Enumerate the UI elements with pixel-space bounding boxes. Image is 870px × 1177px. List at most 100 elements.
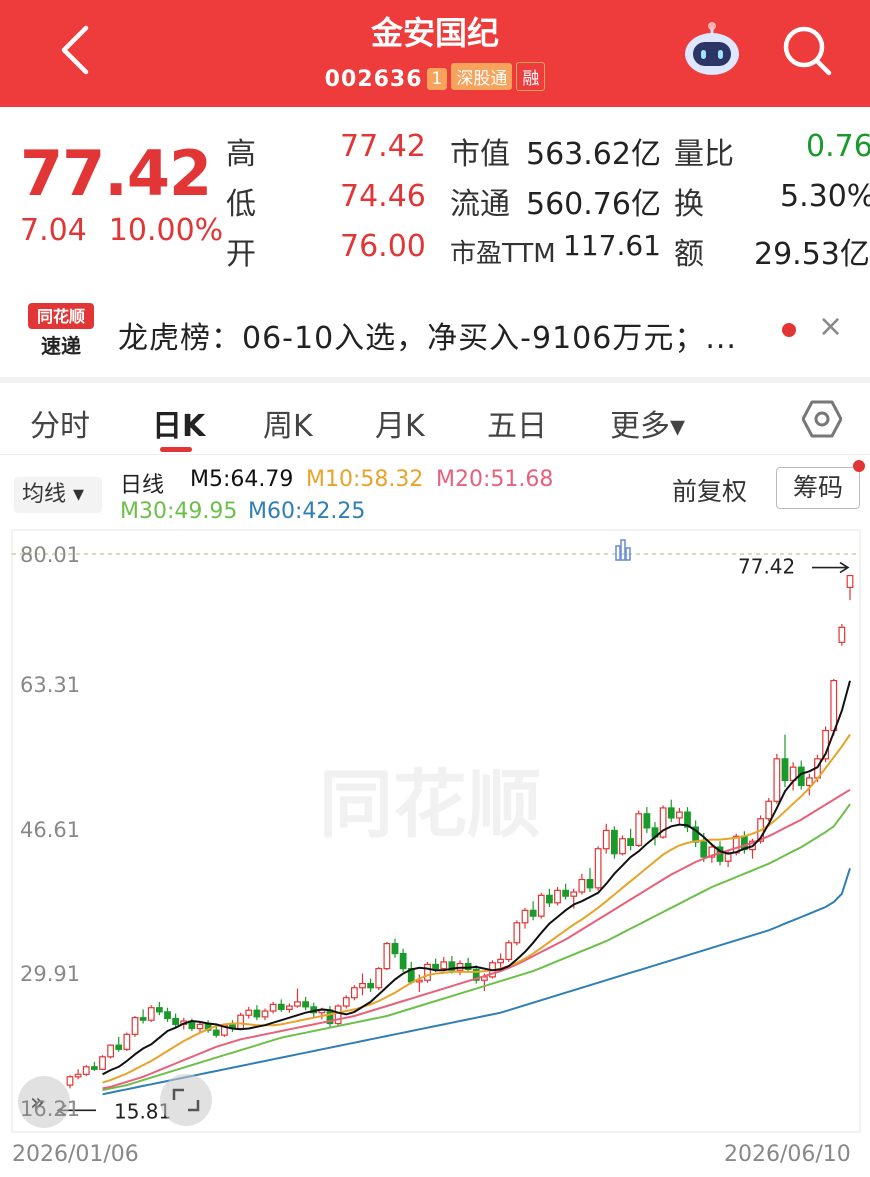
logo-text-bottom: 速递 xyxy=(41,334,81,358)
tab-more[interactable]: 更多▾ xyxy=(610,401,685,445)
candle-body xyxy=(261,1010,269,1018)
candle-body xyxy=(253,1009,261,1018)
candle-body xyxy=(172,1017,180,1025)
turnover-label: 换 xyxy=(674,187,704,222)
candle-body xyxy=(554,889,561,904)
fullscreen-button xyxy=(160,1074,212,1126)
amount-label: 额 xyxy=(674,237,704,272)
candle-body xyxy=(212,1029,220,1036)
badge-small: 1 xyxy=(426,68,448,90)
candle-body xyxy=(586,878,594,889)
badge-extra: 融 xyxy=(516,62,546,91)
x-label-end: 2026/06/10 xyxy=(724,1142,851,1167)
tab-monthly-k[interactable]: 月K xyxy=(375,401,425,445)
volume-ratio-label: 量比 xyxy=(674,137,734,172)
price-change: 7.04 10.00% xyxy=(20,213,223,248)
float-cap-value: 560.76亿 xyxy=(526,187,661,222)
logo-text-top: 同花顺 xyxy=(37,307,85,326)
tab-weekly-k[interactable]: 周K xyxy=(263,401,313,445)
candle-body xyxy=(529,909,537,917)
news-ticker[interactable]: 同花顺 速递 龙虎榜：06-10入选，净买入-9106万元；... × xyxy=(0,287,870,377)
candle-body xyxy=(375,967,383,989)
candle-body xyxy=(66,1076,74,1086)
pe-label: 市盈TTM xyxy=(450,239,556,269)
float-cap-label: 流通 xyxy=(450,187,510,222)
candle-body xyxy=(635,813,643,847)
tonghuashun-logo: 同花顺 速递 xyxy=(28,303,94,358)
candle-body xyxy=(383,943,391,970)
turnover-value: 5.30% xyxy=(780,179,870,214)
candle-body xyxy=(627,838,635,847)
change-amount: 7.04 xyxy=(20,213,87,248)
period-tabs: 分时 日K 周K 月K 五日 更多▾ xyxy=(0,383,870,455)
header-bar: 金安国纪 002636 1 深股通融 xyxy=(0,0,870,107)
candle-body xyxy=(391,943,399,955)
line-type-label: 日线 xyxy=(120,473,165,498)
ma5-value: M5:64.79 xyxy=(190,467,294,492)
candle-body xyxy=(432,963,440,970)
open-value: 76.00 xyxy=(340,229,426,264)
high-value: 77.42 xyxy=(340,129,426,164)
candle-body xyxy=(830,679,838,732)
candle-body xyxy=(838,626,846,643)
active-tab-indicator xyxy=(160,447,192,452)
settings-icon[interactable] xyxy=(802,399,842,439)
candle-body xyxy=(846,574,854,588)
candle-body xyxy=(245,1009,253,1016)
badge-market: 深股通 xyxy=(451,63,513,90)
ma10-value: M10:58.32 xyxy=(306,467,424,492)
candle-body xyxy=(619,838,626,855)
chips-button[interactable]: 筹码 xyxy=(776,467,860,509)
y-tick-2: 63.31 xyxy=(20,673,81,697)
candle-body xyxy=(90,1066,98,1070)
high-annotation: 77.42 xyxy=(738,555,795,579)
adjust-mode[interactable]: 前复权 xyxy=(672,472,747,508)
candle-body xyxy=(667,807,675,819)
candle-body xyxy=(773,758,781,802)
kline-chart[interactable]: 同花顺77.4215.81» xyxy=(0,520,870,1140)
candle-body xyxy=(578,878,586,893)
volume-ratio-value: 0.76 xyxy=(806,129,870,164)
news-text[interactable]: 龙虎榜：06-10入选，净买入-9106万元；... xyxy=(118,313,737,357)
candle-body xyxy=(424,963,431,981)
candle-body xyxy=(74,1073,82,1078)
robot-assistant-icon[interactable] xyxy=(682,20,742,78)
candle-body xyxy=(781,758,789,782)
last-price: 77.42 xyxy=(20,137,212,210)
candle-body xyxy=(269,1003,277,1012)
pe-value: 117.61 xyxy=(563,229,661,262)
tab-five-day[interactable]: 五日 xyxy=(487,401,547,445)
chips-dot xyxy=(853,460,865,472)
candle-body xyxy=(294,1001,301,1007)
indicator-select[interactable]: 均线 ▾ xyxy=(14,477,102,513)
candle-body xyxy=(147,1007,155,1021)
close-icon[interactable]: × xyxy=(818,309,843,344)
candle-body xyxy=(334,1005,342,1025)
y-tick-5: 16.21 xyxy=(20,1097,81,1121)
candle-body xyxy=(302,1001,310,1008)
tab-daily-k[interactable]: 日K xyxy=(152,401,205,445)
candle-body xyxy=(359,982,366,989)
open-label: 开 xyxy=(226,237,256,272)
change-percent: 10.00% xyxy=(108,213,224,248)
watermark: 同花顺 xyxy=(319,762,541,848)
tab-intraday[interactable]: 分时 xyxy=(30,401,90,445)
candle-body xyxy=(440,961,448,970)
search-icon[interactable] xyxy=(780,22,834,78)
candle-body xyxy=(675,811,683,819)
ma20-value: M20:51.68 xyxy=(436,467,554,492)
low-label: 低 xyxy=(226,187,256,222)
y-tick-4: 29.91 xyxy=(20,962,81,986)
candle-body xyxy=(155,1007,163,1013)
candle-body xyxy=(610,829,618,855)
y-tick-1: 80.01 xyxy=(20,543,81,567)
candle-body xyxy=(164,1011,171,1020)
candle-body xyxy=(537,894,545,917)
candle-body xyxy=(497,958,505,964)
candle-body xyxy=(277,1003,285,1010)
amount-value: 29.53亿 xyxy=(754,237,870,272)
candle-body xyxy=(115,1044,123,1050)
candle-body xyxy=(342,997,350,1007)
ma-line-m5 xyxy=(102,680,851,1076)
candle-body xyxy=(643,813,651,829)
